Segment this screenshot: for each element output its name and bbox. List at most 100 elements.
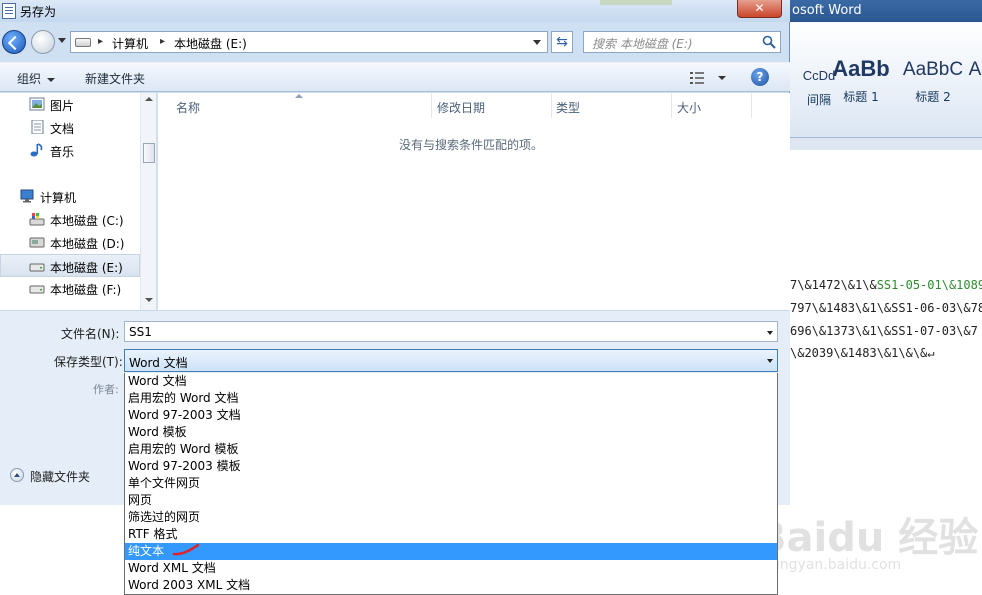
- drive-icon: [29, 237, 45, 248]
- style-tile-heading2[interactable]: AaBbC 标题 2: [900, 56, 966, 114]
- breadcrumb-drive-e[interactable]: 本地磁盘 (E:): [174, 35, 247, 52]
- nav-item-pictures[interactable]: 图片: [0, 93, 140, 116]
- nav-pane-scrollbar[interactable]: [140, 93, 156, 310]
- filetype-option[interactable]: 网页: [125, 492, 777, 509]
- file-list[interactable]: 名称 修改日期 类型 大小 没有与搜索条件匹配的项。: [158, 93, 790, 310]
- nav-item-computer[interactable]: 计算机: [0, 185, 140, 208]
- breadcrumb-computer[interactable]: 计算机: [112, 35, 148, 52]
- style-name: 标题 1: [843, 90, 879, 104]
- nav-item-drive-d[interactable]: 本地磁盘 (D:): [0, 231, 140, 254]
- filetype-option[interactable]: 筛选过的网页: [125, 509, 777, 526]
- column-header-modified[interactable]: 修改日期: [437, 99, 485, 116]
- sort-ascending-icon: [295, 94, 303, 98]
- new-folder-button[interactable]: 新建文件夹: [85, 70, 145, 87]
- dialog-titlebar[interactable]: 另存为 ✕: [0, 0, 790, 22]
- hide-folders-label: 隐藏文件夹: [30, 470, 91, 484]
- nav-item-documents[interactable]: 文档: [0, 116, 140, 139]
- nav-item-label: 音乐: [50, 145, 75, 159]
- style-tile-more[interactable]: A: [968, 56, 982, 114]
- drive-icon: [29, 263, 45, 272]
- scroll-down-icon[interactable]: [145, 298, 153, 302]
- chevron-right-icon[interactable]: ▸: [160, 36, 165, 47]
- documents-icon: [31, 120, 44, 134]
- filetype-dropdown-list: Word 文档 启用宏的 Word 文档 Word 97-2003 文档 Wor…: [124, 373, 778, 595]
- column-divider[interactable]: [431, 93, 432, 118]
- view-options-icon[interactable]: [690, 72, 704, 84]
- help-icon[interactable]: ?: [751, 68, 769, 86]
- doc-line: 7\&1472\&1\&SS1-05-01\&1089: [790, 278, 982, 292]
- scroll-up-icon[interactable]: [145, 97, 153, 101]
- collapse-icon: [10, 468, 24, 482]
- organize-button[interactable]: 组织: [17, 70, 56, 87]
- nav-item-drive-c[interactable]: 本地磁盘 (C:): [0, 208, 140, 231]
- doc-line: 797\&1483\&1\&SS1-06-03\&78: [790, 301, 982, 315]
- refresh-icon: ⇆: [556, 34, 568, 50]
- nav-item-label: 图片: [50, 99, 75, 113]
- document-icon: [2, 3, 16, 19]
- filetype-option[interactable]: Word 97-2003 模板: [125, 458, 777, 475]
- filetype-option[interactable]: Word 文档: [125, 373, 777, 390]
- filetype-option-selected[interactable]: 纯文本: [125, 543, 777, 560]
- word-ruler: [780, 138, 982, 150]
- search-icon[interactable]: [762, 35, 776, 49]
- watermark-text: Baidu 经验: [756, 515, 979, 561]
- address-bar[interactable]: ▸ 计算机 ▸ 本地磁盘 (E:): [70, 31, 548, 53]
- watermark-url: jingyan.baidu.com: [772, 557, 902, 573]
- filetype-option[interactable]: Word 模板: [125, 424, 777, 441]
- filetype-option[interactable]: 单个文件网页: [125, 475, 777, 492]
- drive-icon: [75, 38, 91, 47]
- nav-item-drive-e[interactable]: 本地磁盘 (E:): [0, 254, 140, 277]
- chevron-down-icon[interactable]: [533, 40, 541, 45]
- filetype-option[interactable]: 启用宏的 Word 模板: [125, 441, 777, 458]
- dialog-title: 另存为: [20, 5, 57, 19]
- refresh-button[interactable]: ⇆: [551, 31, 573, 53]
- doc-line: \&2039\&1483\&1\&\&↵: [790, 346, 935, 360]
- scroll-thumb[interactable]: [143, 143, 155, 163]
- nav-item-drive-f[interactable]: 本地磁盘 (F:): [0, 277, 140, 300]
- search-placeholder: 搜索 本地磁盘 (E:): [592, 37, 693, 51]
- search-input[interactable]: 搜索 本地磁盘 (E:): [583, 31, 781, 53]
- dialog-toolbar: 组织 新建文件夹 ?: [0, 62, 790, 92]
- nav-item-label: 本地磁盘 (D:): [50, 237, 125, 251]
- column-header-name[interactable]: 名称: [176, 99, 200, 116]
- author-label: 作者:: [93, 383, 119, 396]
- navigation-pane: 图片 文档 音乐 计算机 本地磁盘 (C:) 本地磁盘 (D:) 本地磁盘 (E…: [0, 93, 157, 310]
- forward-button[interactable]: [31, 30, 55, 54]
- column-divider[interactable]: [751, 93, 752, 118]
- doc-line: 696\&1373\&1\&SS1-07-03\&7: [790, 324, 978, 338]
- hide-folders-button[interactable]: 隐藏文件夹: [10, 467, 120, 485]
- chevron-down-icon[interactable]: [767, 359, 773, 363]
- recent-pages-icon[interactable]: [58, 38, 66, 43]
- column-header-size[interactable]: 大小: [677, 99, 701, 116]
- style-sample: A: [968, 59, 982, 80]
- nav-item-label: 文档: [50, 122, 75, 136]
- close-button[interactable]: ✕: [737, 0, 782, 18]
- nav-item-label: 本地磁盘 (C:): [50, 214, 124, 228]
- column-header-type[interactable]: 类型: [556, 99, 580, 116]
- filename-input[interactable]: SS1: [124, 321, 778, 342]
- filetype-option[interactable]: Word XML 文档: [125, 560, 777, 577]
- column-divider[interactable]: [671, 93, 672, 118]
- chevron-down-icon[interactable]: [767, 331, 773, 335]
- style-name: 标题 2: [915, 90, 951, 104]
- filetype-option[interactable]: 启用宏的 Word 文档: [125, 390, 777, 407]
- nav-item-label: 计算机: [40, 191, 77, 205]
- chevron-down-icon[interactable]: [718, 76, 726, 80]
- filetype-option[interactable]: RTF 格式: [125, 526, 777, 543]
- filename-label: 文件名(N):: [61, 327, 120, 341]
- filetype-select[interactable]: Word 文档: [124, 349, 778, 372]
- filetype-option[interactable]: Word 2003 XML 文档: [125, 577, 777, 594]
- nav-item-music[interactable]: 音乐: [0, 139, 140, 162]
- thumbnail-preview: [600, 0, 672, 5]
- filetype-value: Word 文档: [129, 356, 188, 370]
- nav-item-label: 本地磁盘 (E:): [50, 261, 123, 275]
- music-icon: [30, 143, 43, 157]
- style-tile-heading1[interactable]: AaBb 标题 1: [828, 56, 894, 114]
- back-button[interactable]: [2, 30, 26, 54]
- chevron-down-icon: [47, 77, 56, 82]
- column-divider[interactable]: [551, 93, 552, 118]
- filetype-label: 保存类型(T):: [54, 355, 123, 369]
- filetype-option[interactable]: Word 97-2003 文档: [125, 407, 777, 424]
- chevron-right-icon[interactable]: ▸: [98, 36, 103, 47]
- style-sample: AaBbC: [902, 59, 964, 80]
